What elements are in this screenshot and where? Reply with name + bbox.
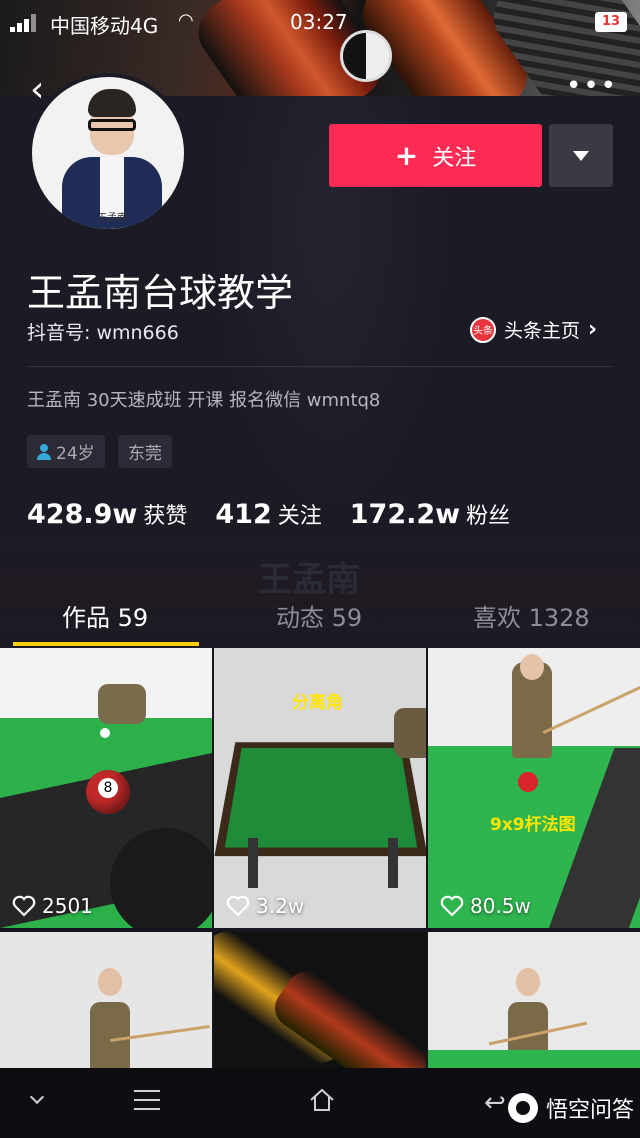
like-count: 3.2w <box>226 894 304 918</box>
follow-button[interactable]: + 关注 <box>329 124 542 187</box>
video-thumbnail[interactable]: 分离角 3.2w <box>214 648 426 928</box>
nav-back-icon[interactable]: ↩ <box>484 1088 506 1118</box>
video-thumbnail[interactable]: 9x9杆法图 80.5w <box>428 648 640 928</box>
video-overlay-text: 9x9杆法图 <box>490 815 576 835</box>
battery-icon: 13 <box>595 12 627 32</box>
account-id: 抖音号: wmn666 <box>27 322 179 344</box>
recommend-dropdown-button[interactable] <box>549 124 613 187</box>
status-bar: 中国移动4G ◠ 03:27 13 <box>0 0 640 44</box>
city-value: 东莞 <box>128 444 162 464</box>
person-icon <box>37 443 51 460</box>
stat-followers[interactable]: 172.2w 粉丝 <box>350 498 510 530</box>
stat-number: 428.9w <box>27 499 138 530</box>
stat-following[interactable]: 412 关注 <box>215 498 321 530</box>
toutiao-homepage-link[interactable]: 头条 头条主页 › <box>470 316 597 343</box>
nav-down-icon[interactable] <box>29 1089 45 1105</box>
chevron-right-icon: › <box>588 317 598 342</box>
bio: 王孟南 30天速成班 开课 报名微信 wmntq8 <box>27 390 381 411</box>
signal-icon <box>10 14 42 32</box>
stats-row: 428.9w 获赞 412 关注 172.2w 粉丝 <box>27 498 538 530</box>
nav-home-icon[interactable] <box>308 1086 336 1114</box>
heart-icon <box>226 895 250 917</box>
toutiao-label: 头条主页 <box>504 320 581 342</box>
like-count: 80.5w <box>440 894 531 918</box>
like-count-value: 2501 <box>42 894 93 918</box>
video-thumbnail[interactable] <box>0 932 212 1068</box>
clock: 03:27 <box>290 10 348 34</box>
dropdown-icon <box>573 150 589 161</box>
wifi-icon: ◠ <box>178 10 194 31</box>
watermark: 悟空问答 <box>508 1092 634 1124</box>
follow-label: 关注 <box>432 145 477 171</box>
tab-moments[interactable]: 动态 59 <box>276 598 362 633</box>
avatar[interactable]: 王孟南 <box>28 73 188 233</box>
like-count-value: 3.2w <box>256 894 305 918</box>
video-thumbnail[interactable] <box>428 932 640 1068</box>
divider <box>27 366 613 367</box>
nav-menu-icon[interactable] <box>134 1090 160 1110</box>
profile-tabs: 作品 59 动态 59 喜欢 1328 <box>0 588 640 646</box>
video-thumbnail[interactable] <box>214 932 426 1068</box>
tab-works[interactable]: 作品 59 <box>62 598 148 633</box>
heart-icon <box>440 895 464 917</box>
tab-indicator <box>13 642 199 646</box>
stat-likes: 428.9w 获赞 <box>27 498 187 530</box>
toutiao-icon: 头条 <box>470 316 496 343</box>
nickname: 王孟南台球教学 <box>27 271 294 315</box>
video-grid: 2501 分离角 3.2w 9x9杆法图 80.5w <box>0 648 640 1068</box>
like-count: 2501 <box>12 894 93 918</box>
more-icon[interactable]: ••• <box>566 73 618 99</box>
age-value: 24岁 <box>56 444 95 464</box>
stat-label: 关注 <box>277 504 322 529</box>
age-tag: 24岁 <box>27 435 105 468</box>
city-tag: 东莞 <box>118 435 172 468</box>
stat-label: 获赞 <box>143 504 188 529</box>
stat-label: 粉丝 <box>466 504 511 529</box>
stat-number: 412 <box>215 499 272 530</box>
tab-likes[interactable]: 喜欢 1328 <box>473 598 590 633</box>
like-count-value: 80.5w <box>470 894 531 918</box>
video-thumbnail[interactable]: 2501 <box>0 648 212 928</box>
plus-icon: + <box>394 139 419 172</box>
avatar-caption: 王孟南 <box>97 213 127 224</box>
heart-icon <box>12 895 36 917</box>
wukong-icon <box>508 1093 538 1123</box>
stat-number: 172.2w <box>349 499 461 530</box>
carrier-label: 中国移动4G <box>50 14 159 38</box>
video-overlay-text: 分离角 <box>292 693 343 713</box>
watermark-text: 悟空问答 <box>546 1098 635 1123</box>
